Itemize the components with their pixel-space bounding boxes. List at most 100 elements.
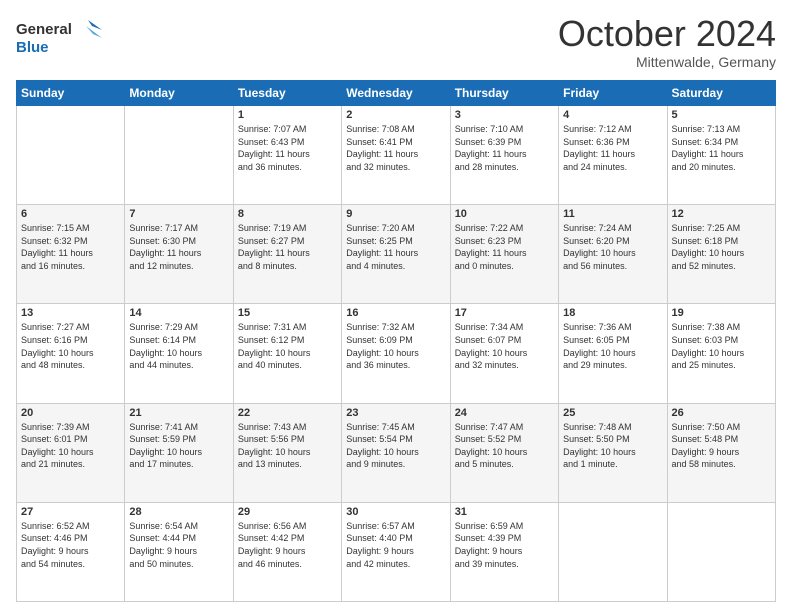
header: General Blue October 2024 Mittenwalde, G… [16,16,776,70]
day-info: Sunrise: 7:08 AM Sunset: 6:41 PM Dayligh… [346,123,445,173]
day-info: Sunrise: 7:36 AM Sunset: 6:05 PM Dayligh… [563,321,662,371]
calendar-cell: 6Sunrise: 7:15 AM Sunset: 6:32 PM Daylig… [17,205,125,304]
week-row-2: 13 Sunrise: 7:27 AM Sunset: 6:16 PM Dayli… [17,304,776,403]
calendar-cell: 19 Sunrise: 7:38 AM Sunset: 6:03 PM Dayli… [667,304,775,403]
day-number: 17 [455,307,554,319]
day-info: Sunrise: 7:48 AM Sunset: 5:50 PM Dayligh… [563,421,662,471]
col-saturday: Saturday [667,81,775,106]
day-info: Sunrise: 6:54 AM Sunset: 4:44 PM Dayligh… [129,520,228,570]
calendar-cell: 24 Sunrise: 7:47 AM Sunset: 5:52 PM Dayli… [450,403,558,502]
calendar-cell [17,106,125,205]
day-number: 25 [563,407,662,419]
day-info: Sunrise: 7:39 AM Sunset: 6:01 PM Dayligh… [21,421,120,471]
day-number: 26 [672,407,771,419]
day-number: 1 [238,109,337,121]
calendar-cell [667,502,775,601]
calendar-cell: 9 Sunrise: 7:20 AM Sunset: 6:25 PM Daylig… [342,205,450,304]
calendar-header-row: Sunday Monday Tuesday Wednesday Thursday… [17,81,776,106]
day-info: Sunrise: 7:24 AM Sunset: 6:20 PM Dayligh… [563,222,662,272]
day-info: Sunrise: 7:45 AM Sunset: 5:54 PM Dayligh… [346,421,445,471]
day-info: Sunrise: 6:56 AM Sunset: 4:42 PM Dayligh… [238,520,337,570]
day-number: 30 [346,506,445,518]
calendar-cell: 16 Sunrise: 7:32 AM Sunset: 6:09 PM Dayli… [342,304,450,403]
calendar-cell: 15 Sunrise: 7:31 AM Sunset: 6:12 PM Dayli… [233,304,341,403]
calendar-cell: 30 Sunrise: 6:57 AM Sunset: 4:40 PM Dayli… [342,502,450,601]
calendar-cell: 18 Sunrise: 7:36 AM Sunset: 6:05 PM Dayli… [559,304,667,403]
day-number: 23 [346,407,445,419]
svg-text:Blue: Blue [16,39,49,56]
week-row-4: 27 Sunrise: 6:52 AM Sunset: 4:46 PM Dayli… [17,502,776,601]
calendar-cell: 27 Sunrise: 6:52 AM Sunset: 4:46 PM Dayli… [17,502,125,601]
calendar-cell: 22Sunrise: 7:43 AM Sunset: 5:56 PM Dayli… [233,403,341,502]
title-block: October 2024 Mittenwalde, Germany [558,16,776,70]
day-info: Sunrise: 7:20 AM Sunset: 6:25 PM Dayligh… [346,222,445,272]
day-info: Sunrise: 6:59 AM Sunset: 4:39 PM Dayligh… [455,520,554,570]
day-number: 24 [455,407,554,419]
day-number: 19 [672,307,771,319]
calendar-cell: 14Sunrise: 7:29 AM Sunset: 6:14 PM Dayli… [125,304,233,403]
day-number: 9 [346,208,445,220]
day-number: 3 [455,109,554,121]
calendar-cell [559,502,667,601]
day-info: Sunrise: 7:50 AM Sunset: 5:48 PM Dayligh… [672,421,771,471]
location: Mittenwalde, Germany [558,54,776,70]
logo: General Blue [16,16,106,58]
day-info: Sunrise: 7:22 AM Sunset: 6:23 PM Dayligh… [455,222,554,272]
day-number: 11 [563,208,662,220]
day-info: Sunrise: 6:57 AM Sunset: 4:40 PM Dayligh… [346,520,445,570]
day-info: Sunrise: 7:34 AM Sunset: 6:07 PM Dayligh… [455,321,554,371]
day-number: 27 [21,506,120,518]
calendar-cell: 3 Sunrise: 7:10 AM Sunset: 6:39 PM Daylig… [450,106,558,205]
calendar-cell: 11 Sunrise: 7:24 AM Sunset: 6:20 PM Dayli… [559,205,667,304]
day-info: Sunrise: 7:38 AM Sunset: 6:03 PM Dayligh… [672,321,771,371]
day-number: 6 [21,208,120,220]
calendar-cell: 13 Sunrise: 7:27 AM Sunset: 6:16 PM Dayli… [17,304,125,403]
col-sunday: Sunday [17,81,125,106]
calendar-cell: 21Sunrise: 7:41 AM Sunset: 5:59 PM Dayli… [125,403,233,502]
calendar-cell: 12Sunrise: 7:25 AM Sunset: 6:18 PM Dayli… [667,205,775,304]
day-info: Sunrise: 7:07 AM Sunset: 6:43 PM Dayligh… [238,123,337,173]
calendar-cell: 17 Sunrise: 7:34 AM Sunset: 6:07 PM Dayli… [450,304,558,403]
day-number: 15 [238,307,337,319]
day-info: Sunrise: 7:47 AM Sunset: 5:52 PM Dayligh… [455,421,554,471]
col-monday: Monday [125,81,233,106]
day-info: Sunrise: 7:29 AM Sunset: 6:14 PM Dayligh… [129,321,228,371]
day-number: 18 [563,307,662,319]
col-friday: Friday [559,81,667,106]
day-number: 13 [21,307,120,319]
col-thursday: Thursday [450,81,558,106]
week-row-3: 20 Sunrise: 7:39 AM Sunset: 6:01 PM Dayli… [17,403,776,502]
calendar-cell: 2 Sunrise: 7:08 AM Sunset: 6:41 PM Daylig… [342,106,450,205]
calendar-cell: 23 Sunrise: 7:45 AM Sunset: 5:54 PM Dayli… [342,403,450,502]
month-title: October 2024 [558,16,776,52]
calendar-cell: 26 Sunrise: 7:50 AM Sunset: 5:48 PM Dayli… [667,403,775,502]
day-number: 8 [238,208,337,220]
calendar: Sunday Monday Tuesday Wednesday Thursday… [16,80,776,602]
day-info: Sunrise: 7:13 AM Sunset: 6:34 PM Dayligh… [672,123,771,173]
calendar-cell: 7Sunrise: 7:17 AM Sunset: 6:30 PM Daylig… [125,205,233,304]
calendar-cell: 29Sunrise: 6:56 AM Sunset: 4:42 PM Dayli… [233,502,341,601]
day-info: Sunrise: 7:32 AM Sunset: 6:09 PM Dayligh… [346,321,445,371]
day-number: 5 [672,109,771,121]
day-info: Sunrise: 7:41 AM Sunset: 5:59 PM Dayligh… [129,421,228,471]
day-number: 16 [346,307,445,319]
calendar-cell: 1 Sunrise: 7:07 AM Sunset: 6:43 PM Daylig… [233,106,341,205]
calendar-cell: 8Sunrise: 7:19 AM Sunset: 6:27 PM Daylig… [233,205,341,304]
day-info: Sunrise: 7:31 AM Sunset: 6:12 PM Dayligh… [238,321,337,371]
day-info: Sunrise: 7:43 AM Sunset: 5:56 PM Dayligh… [238,421,337,471]
calendar-cell: 28 Sunrise: 6:54 AM Sunset: 4:44 PM Dayli… [125,502,233,601]
day-info: Sunrise: 6:52 AM Sunset: 4:46 PM Dayligh… [21,520,120,570]
day-number: 28 [129,506,228,518]
day-number: 2 [346,109,445,121]
day-number: 31 [455,506,554,518]
day-info: Sunrise: 7:10 AM Sunset: 6:39 PM Dayligh… [455,123,554,173]
page: General Blue October 2024 Mittenwalde, G… [0,0,792,612]
logo-icon: General Blue [16,16,106,58]
day-info: Sunrise: 7:12 AM Sunset: 6:36 PM Dayligh… [563,123,662,173]
calendar-cell [125,106,233,205]
calendar-cell: 20 Sunrise: 7:39 AM Sunset: 6:01 PM Dayli… [17,403,125,502]
calendar-cell: 4Sunrise: 7:12 AM Sunset: 6:36 PM Daylig… [559,106,667,205]
day-number: 20 [21,407,120,419]
svg-text:General: General [16,21,72,38]
day-info: Sunrise: 7:27 AM Sunset: 6:16 PM Dayligh… [21,321,120,371]
